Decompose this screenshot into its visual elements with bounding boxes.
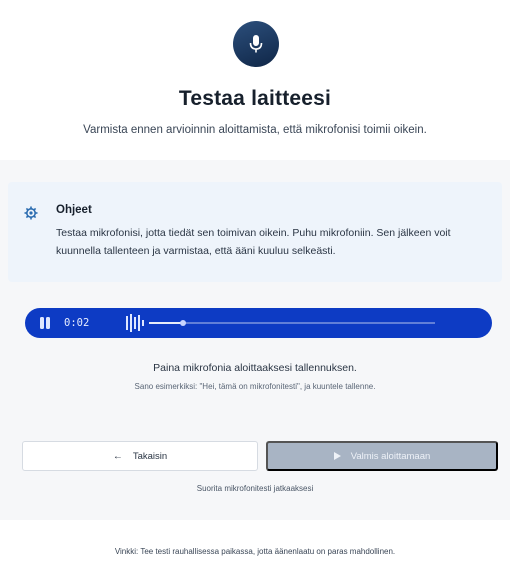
page-title: Testaa laitteesi — [178, 87, 332, 110]
microphone-icon — [233, 21, 279, 67]
recording-player[interactable]: 0:02 — [25, 308, 492, 338]
playback-handle[interactable] — [180, 320, 187, 326]
instructions-panel: Ohjeet Testaa mikrofonisi, jotta tiedät … — [8, 182, 502, 282]
gear-icon — [24, 206, 38, 220]
play-icon — [333, 452, 341, 460]
arrow-left-icon: ← — [112, 450, 123, 462]
record-example: Sano esimerkiksi: "Hei, tämä on mikrofon… — [134, 382, 376, 391]
back-button-label: Takaisin — [132, 450, 168, 462]
record-hint: Paina mikrofonia aloittaaksesi tallennuk… — [153, 362, 357, 374]
instructions-title: Ohjeet — [56, 204, 92, 216]
playback-progress — [149, 322, 184, 324]
continue-hint: Suorita mikrofonitesti jatkaaksesi — [196, 484, 314, 493]
back-button[interactable]: ← Takaisin — [22, 441, 258, 471]
waveform-icon — [125, 313, 149, 333]
ready-button[interactable]: Valmis aloittamaan — [266, 441, 498, 471]
header: Testaa laitteesi Varmista ennen arvioinn… — [0, 0, 510, 155]
instructions-body: Testaa mikrofonisi, jotta tiedät sen toi… — [56, 227, 451, 257]
playback-track[interactable] — [149, 320, 435, 326]
page-subtitle: Varmista ennen arvioinnin aloittamista, … — [83, 124, 427, 136]
recording-time: 0:02 — [64, 317, 90, 329]
ready-button-label: Valmis aloittamaan — [350, 450, 431, 462]
pause-icon[interactable] — [39, 316, 51, 330]
footer-tip: Vinkki: Tee testi rauhallisessa paikassa… — [114, 547, 396, 556]
